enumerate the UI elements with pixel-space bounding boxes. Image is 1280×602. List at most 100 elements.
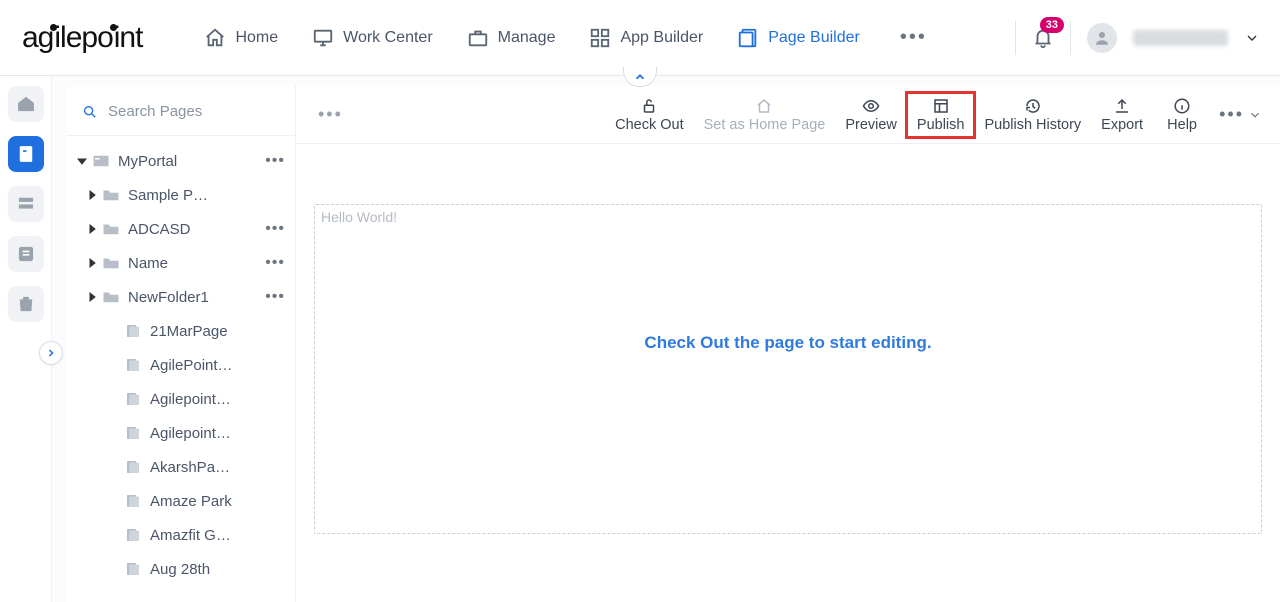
caret-right-icon <box>84 224 100 234</box>
notifications-button[interactable]: 33 <box>1032 27 1054 49</box>
page-toolbar: ••• Check Out Set as Home Page Preview P… <box>296 86 1280 144</box>
publish-button[interactable]: Publish <box>907 93 975 137</box>
page-file-icon <box>122 493 144 509</box>
tree-page-label: Aug 28th <box>150 561 289 578</box>
tree-page[interactable]: AgilePoint… <box>66 348 295 382</box>
tree-page[interactable]: Agilepoint… <box>66 416 295 450</box>
tree-page[interactable]: Agilepoint… <box>66 382 295 416</box>
grid-icon <box>589 27 611 49</box>
page-canvas[interactable]: Hello World! Check Out the page to start… <box>314 204 1262 534</box>
tree-folder[interactable]: Name ••• <box>66 246 295 280</box>
folder-icon <box>100 221 122 237</box>
tree-row-more[interactable]: ••• <box>261 152 289 170</box>
tree-row-more[interactable]: ••• <box>261 288 289 306</box>
expand-rail-button[interactable] <box>39 341 63 365</box>
nav-appbuilder-label: App Builder <box>620 29 703 47</box>
briefcase-icon <box>467 27 489 49</box>
eye-icon <box>862 97 880 115</box>
nav-workcenter-label: Work Center <box>343 29 433 47</box>
rail-home[interactable] <box>8 86 44 122</box>
export-label: Export <box>1101 117 1143 133</box>
nav-app-builder[interactable]: App Builder <box>587 21 705 55</box>
top-nav: Home Work Center Manage App Builder Page… <box>202 21 1015 55</box>
main-area: ••• Check Out Set as Home Page Preview P… <box>296 86 1280 602</box>
checkout-button[interactable]: Check Out <box>605 93 694 137</box>
tree-panel: MyPortal ••• Sample P… ADCASD ••• <box>66 86 296 602</box>
user-avatar[interactable] <box>1087 23 1117 53</box>
caret-right-icon <box>84 258 100 268</box>
tree-page-label: Amazfit G… <box>150 527 289 544</box>
folder-icon <box>100 289 122 305</box>
publish-history-label: Publish History <box>984 117 1081 133</box>
canvas-placeholder-text: Hello World! <box>321 209 397 225</box>
tree-page[interactable]: 21MarPage <box>66 314 295 348</box>
tree-root[interactable]: MyPortal ••• <box>66 144 295 178</box>
page-file-icon <box>122 391 144 407</box>
tree-page[interactable]: AkarshPa… <box>66 450 295 484</box>
search-icon <box>82 104 98 120</box>
nav-manage[interactable]: Manage <box>465 21 558 55</box>
tree-page[interactable]: Aug 28th <box>66 552 295 586</box>
tree-page-label: AgilePoint… <box>150 357 289 374</box>
tree-page-label: Agilepoint… <box>150 425 289 442</box>
export-button[interactable]: Export <box>1091 93 1153 137</box>
tree-page[interactable]: Amaze Park <box>66 484 295 518</box>
tree-folder-label: ADCASD <box>128 221 261 238</box>
portal-icon <box>90 153 112 169</box>
tree-folder[interactable]: NewFolder1 ••• <box>66 280 295 314</box>
history-icon <box>1024 97 1042 115</box>
publish-label: Publish <box>917 117 965 133</box>
preview-button[interactable]: Preview <box>835 93 907 137</box>
nav-work-center[interactable]: Work Center <box>310 21 435 55</box>
nav-page-builder[interactable]: Page Builder <box>735 21 862 55</box>
user-menu-toggle[interactable] <box>1244 30 1260 46</box>
tree-scroll[interactable]: MyPortal ••• Sample P… ADCASD ••• <box>66 135 295 602</box>
rail-list[interactable] <box>8 236 44 272</box>
folder-icon <box>100 255 122 271</box>
page-file-icon <box>122 459 144 475</box>
tree-folder[interactable]: Sample P… <box>66 178 295 212</box>
brand-logo: agilepoint <box>22 21 142 55</box>
help-button[interactable]: Help <box>1153 93 1211 137</box>
home-icon <box>204 27 226 49</box>
search-input[interactable] <box>106 102 279 121</box>
chevron-up-icon <box>633 70 647 84</box>
nav-home-label: Home <box>235 29 278 47</box>
page-file-icon <box>122 323 144 339</box>
rail-trash[interactable] <box>8 286 44 322</box>
lock-icon <box>640 97 658 115</box>
notification-badge: 33 <box>1040 17 1064 33</box>
user-name <box>1133 30 1228 46</box>
nav-home[interactable]: Home <box>202 21 280 55</box>
upload-icon <box>1113 97 1131 115</box>
rail-page[interactable] <box>8 136 44 172</box>
page-file-icon <box>122 425 144 441</box>
tree-folder[interactable]: ADCASD ••• <box>66 212 295 246</box>
tree-folder-label: Name <box>128 255 261 272</box>
chevron-down-icon <box>1248 108 1262 122</box>
side-rail <box>0 76 52 602</box>
divider <box>1070 21 1071 55</box>
canvas-wrap: Hello World! Check Out the page to start… <box>296 144 1280 534</box>
folder-icon <box>100 187 122 203</box>
topbar: agilepoint Home Work Center Manage App B… <box>0 0 1280 76</box>
help-label: Help <box>1167 117 1197 133</box>
tree-page[interactable]: Amazfit G… <box>66 518 295 552</box>
caret-down-icon <box>74 156 90 166</box>
info-icon <box>1173 97 1191 115</box>
toolbar-more-left[interactable]: ••• <box>318 104 343 125</box>
nav-manage-label: Manage <box>498 29 556 47</box>
publish-history-button[interactable]: Publish History <box>974 93 1091 137</box>
body: MyPortal ••• Sample P… ADCASD ••• <box>0 76 1280 602</box>
toolbar-overflow[interactable]: ••• <box>1219 104 1262 125</box>
nav-more-icon[interactable]: ••• <box>892 26 935 49</box>
caret-right-icon <box>84 292 100 302</box>
rail-form[interactable] <box>8 186 44 222</box>
divider <box>1015 21 1016 55</box>
canvas-message: Check Out the page to start editing. <box>315 333 1261 353</box>
tree-row-more[interactable]: ••• <box>261 254 289 272</box>
set-home-button[interactable]: Set as Home Page <box>694 93 836 137</box>
tree-page-label: 21MarPage <box>150 323 289 340</box>
tree-row-more[interactable]: ••• <box>261 220 289 238</box>
top-right: 33 <box>1015 21 1260 55</box>
